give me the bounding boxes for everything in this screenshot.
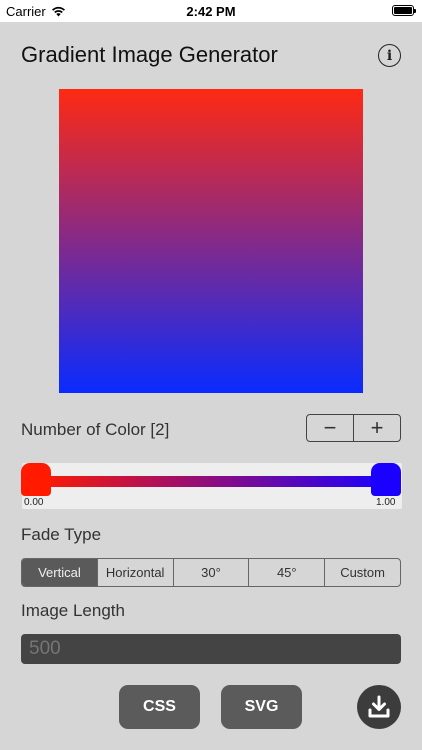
segment-option[interactable]: Horizontal [96,559,173,586]
color-stop-handle[interactable] [21,463,51,496]
segment-option[interactable]: Custom [324,559,400,586]
segment-option[interactable]: 30° [172,559,249,586]
fade-type-label: Fade Type [21,525,102,544]
status-bar: Carrier 2:42 PM [0,0,422,22]
color-stop-position: 1.00 [376,497,396,508]
color-stop-position: 0.00 [24,497,44,508]
color-stop-handle[interactable] [371,463,401,496]
info-glyph: i [386,47,393,64]
gradient-preview [59,89,363,393]
color-count-label: Number of Color [2] [21,420,170,439]
increment-button[interactable]: + [353,415,400,441]
page-title: Gradient Image Generator [21,42,278,67]
download-button[interactable] [357,685,401,729]
color-count-stepper[interactable]: − + [306,414,401,442]
status-time: 2:42 PM [186,4,236,19]
color-stop-slider[interactable]: 0.00 1.00 [21,463,402,509]
decrement-button[interactable]: − [307,415,353,441]
fade-type-segmented-control[interactable]: Vertical Horizontal 30° 45° Custom [21,558,401,587]
image-length-input[interactable] [21,634,401,664]
segment-option[interactable]: 45° [248,559,324,586]
battery-icon [392,5,416,16]
image-length-label: Image Length [21,601,125,620]
download-icon [368,695,390,718]
gradient-bar [36,476,388,487]
info-icon[interactable]: i [378,44,401,67]
segment-option[interactable]: Vertical [22,559,97,586]
svg-button[interactable]: SVG [221,685,302,729]
css-button[interactable]: CSS [119,685,200,729]
